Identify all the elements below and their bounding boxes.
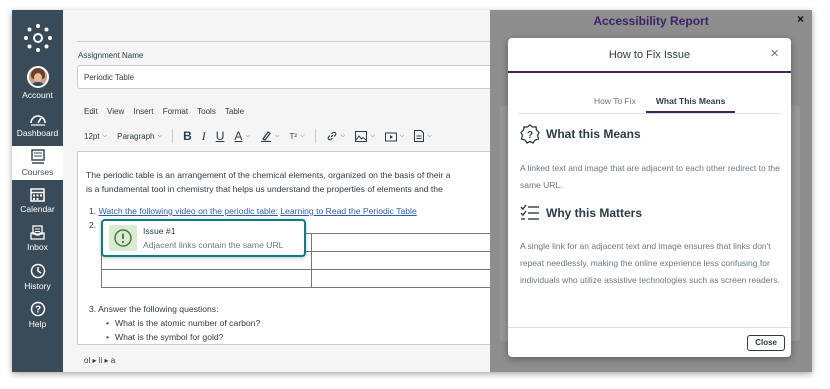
document-button[interactable]: ⌵ (414, 130, 432, 142)
nav-dashboard[interactable]: Dashboard (12, 112, 63, 142)
video-link-2[interactable]: Learning to Read the Periodic Table (280, 206, 416, 216)
dashboard-icon (29, 115, 46, 126)
close-icon[interactable]: × (770, 45, 779, 62)
image-icon (355, 130, 368, 142)
report-title: Accessibility Report (593, 14, 709, 28)
nav-history-label: History (24, 281, 51, 291)
alert-icon (114, 229, 132, 247)
superscript-button[interactable]: T² ⌵ (290, 132, 305, 141)
divider (172, 129, 174, 143)
modal-title: How to Fix Issue (608, 49, 691, 61)
why-section-heading: Why this Matters (520, 204, 642, 222)
modal-header: How to Fix Issue × (508, 38, 791, 73)
app-window: Account Dashboard Courses Calendar Inbox… (12, 10, 812, 372)
modal-tabs: How To Fix What This Means (584, 96, 736, 113)
history-icon (30, 263, 45, 279)
media-icon (384, 132, 397, 141)
svg-text:?: ? (34, 305, 40, 316)
highlighter-icon (260, 131, 271, 142)
menu-tools[interactable]: Tools (197, 107, 216, 116)
menu-table[interactable]: Table (225, 107, 244, 116)
nav-help-label: Help (28, 319, 47, 329)
nav-courses-label: Courses (21, 167, 54, 177)
font-size-select[interactable]: 12pt ⌵ (84, 132, 107, 141)
what-section-text: A linked text and image that are adjacen… (520, 163, 780, 190)
block-format-select[interactable]: Paragraph ⌵ (117, 132, 162, 141)
tab-how-to-fix[interactable]: How To Fix (584, 96, 646, 113)
video-link[interactable]: Watch the following video on the periodi… (99, 206, 278, 216)
help-icon: ? (30, 301, 45, 317)
nav-courses[interactable]: Courses (12, 146, 63, 180)
chevron-down-icon: ⌵ (157, 132, 163, 139)
question-list: What is the atomic number of carbon? Wha… (106, 316, 260, 344)
menu-insert[interactable]: Insert (133, 107, 153, 116)
nav-calendar[interactable]: Calendar (12, 187, 63, 217)
italic-button[interactable]: I (202, 129, 206, 144)
close-button[interactable]: Close (747, 335, 785, 351)
bold-button[interactable]: B (183, 129, 192, 143)
issue-icon-box (109, 225, 137, 251)
accessibility-report-tray: Accessibility Report × How to Fix Issue … (490, 10, 812, 372)
global-nav: Account Dashboard Courses Calendar Inbox… (12, 10, 63, 372)
menu-edit[interactable]: Edit (84, 107, 98, 116)
nav-account[interactable]: Account (12, 66, 63, 102)
underline-button[interactable]: U (216, 129, 225, 143)
list-item: 1. Watch the following video on the peri… (89, 206, 417, 216)
element-path[interactable]: ol ▸ li ▸ a (84, 356, 115, 365)
nav-account-label: Account (22, 90, 53, 100)
media-button[interactable]: ⌵ (384, 131, 404, 142)
question-badge-icon: ? (520, 124, 540, 144)
list-item: What is the symbol for gold? (106, 330, 260, 344)
courses-icon (30, 149, 45, 164)
close-icon[interactable]: × (797, 12, 804, 26)
inbox-icon (30, 225, 45, 240)
nav-help[interactable]: ? Help (12, 301, 63, 331)
tab-what-this-means[interactable]: What This Means (645, 96, 736, 113)
how-to-fix-modal: How to Fix Issue × How To Fix What This … (508, 38, 791, 357)
link-icon (327, 131, 337, 141)
issue-callout[interactable]: Issue #1 Adjacent links contain the same… (101, 219, 306, 257)
what-section-heading: ? What this Means (520, 124, 641, 144)
checklist-icon (520, 204, 539, 220)
text-color-button[interactable]: A ⌵ (234, 129, 250, 143)
issue-title: Issue #1 (143, 226, 176, 236)
why-section-text: A single link for an adjacent text and i… (520, 241, 780, 285)
divider (314, 129, 316, 143)
nav-inbox-label: Inbox (27, 242, 48, 252)
assignment-name-input[interactable]: Periodic Table (77, 65, 547, 89)
nav-history[interactable]: History (12, 263, 63, 293)
list-item: What is the atomic number of carbon? (106, 316, 260, 330)
canvas-logo-icon[interactable] (23, 23, 53, 53)
menu-view[interactable]: View (107, 107, 124, 116)
body-paragraph: The periodic table is an arrangement of … (86, 170, 451, 194)
list-item: 3. Answer the following questions: (89, 304, 219, 314)
editor-toolbar: 12pt ⌵ Paragraph ⌵ B I U A ⌵ ⌵ T² ⌵ ⌵ ⌵ ⌵ ⌵ (84, 128, 442, 144)
menu-format[interactable]: Format (163, 107, 188, 116)
chevron-down-icon: ⌵ (102, 132, 108, 139)
divider (77, 41, 547, 42)
editor-menubar: Edit View Insert Format Tools Table (84, 107, 251, 116)
svg-text:?: ? (527, 130, 533, 141)
highlight-button[interactable]: ⌵ (260, 130, 280, 142)
nav-dashboard-label: Dashboard (16, 128, 59, 138)
document-icon (414, 130, 425, 142)
nav-calendar-label: Calendar (20, 204, 55, 214)
modal-footer (508, 327, 791, 328)
calendar-icon (30, 188, 45, 202)
list-item: 2. (89, 220, 97, 230)
issue-description: Adjacent links contain the same URL (143, 240, 284, 250)
nav-inbox[interactable]: Inbox (12, 225, 63, 255)
avatar (26, 66, 49, 88)
divider (518, 113, 781, 114)
link-button[interactable]: ⌵ (326, 130, 345, 142)
image-button[interactable]: ⌵ (355, 130, 375, 142)
assignment-name-label: Assignment Name (78, 51, 144, 60)
